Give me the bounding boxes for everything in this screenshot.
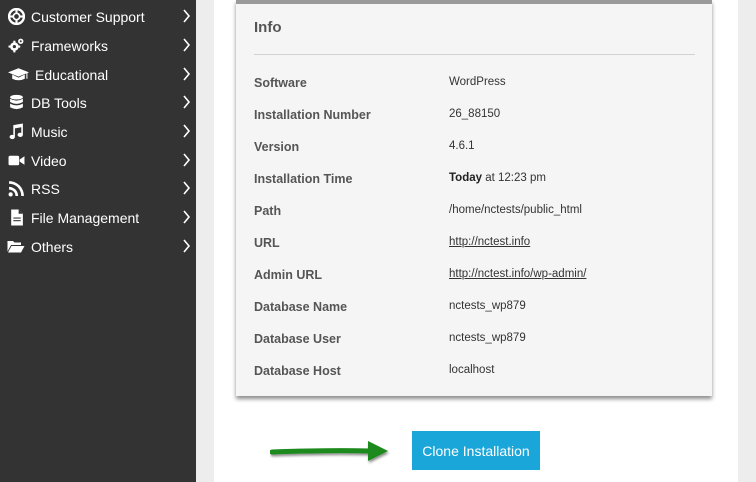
database-icon: [7, 94, 25, 112]
chevron-right-icon: [182, 67, 191, 81]
folder-open-icon: [7, 238, 25, 256]
url-link[interactable]: http://nctest.info: [449, 236, 530, 248]
green-arrow-icon: [270, 441, 388, 461]
sidebar-item-label: Frameworks: [31, 37, 109, 54]
sidebar-item-frameworks[interactable]: Frameworks: [0, 31, 196, 60]
info-label: Installation Number: [254, 108, 371, 122]
info-label: Database Host: [254, 364, 341, 378]
sidebar-item-rss[interactable]: RSS: [0, 174, 196, 203]
sidebar-item-educational[interactable]: Educational: [0, 60, 196, 89]
info-value: /home/nctests/public_html: [449, 204, 582, 216]
info-value: nctests_wp879: [449, 300, 526, 312]
sidebar-item-others[interactable]: Others: [0, 232, 196, 261]
info-label: Installation Time: [254, 172, 353, 186]
info-value: WordPress: [449, 76, 506, 88]
info-value: 4.6.1: [449, 140, 475, 152]
sidebar-item-db-tools[interactable]: DB Tools: [0, 88, 196, 117]
info-value: http://nctest.info/wp-admin/: [449, 268, 586, 280]
chevron-right-icon: [182, 153, 191, 167]
info-label: Admin URL: [254, 268, 323, 282]
info-label: Database User: [254, 332, 341, 346]
info-value: Today at 12:23 pm: [449, 172, 546, 184]
file-icon: [7, 209, 25, 227]
sidebar: Customer Support Frameworks Educational …: [0, 0, 196, 482]
divider: [254, 54, 695, 55]
info-label: Version: [254, 140, 300, 154]
sidebar-item-label: Educational: [35, 66, 109, 83]
sidebar-item-customer-support[interactable]: Customer Support: [0, 2, 196, 31]
sidebar-item-label: Customer Support: [31, 8, 145, 25]
music-note-icon: [7, 123, 25, 141]
chevron-right-icon: [182, 38, 191, 52]
admin-url-link[interactable]: http://nctest.info/wp-admin/: [449, 268, 586, 280]
info-label: Software: [254, 76, 307, 90]
info-row-database-name: Database Name nctests_wp879: [236, 298, 712, 318]
info-row-software: Software WordPress: [236, 74, 712, 94]
info-row-database-user: Database User nctests_wp879: [236, 330, 712, 350]
chevron-right-icon: [182, 239, 191, 253]
info-row-admin-url: Admin URL http://nctest.info/wp-admin/: [236, 266, 712, 286]
sidebar-item-label: Video: [31, 152, 67, 169]
main-area: Info Software WordPress Installation Num…: [196, 0, 756, 482]
info-value: 26_88150: [449, 108, 501, 120]
info-label: URL: [254, 236, 280, 250]
info-value: nctests_wp879: [449, 332, 526, 344]
clone-installation-button[interactable]: Clone Installation: [412, 431, 540, 470]
graduation-cap-icon: [7, 66, 29, 84]
info-row-installation-number: Installation Number 26_88150: [236, 106, 712, 126]
info-card: Info Software WordPress Installation Num…: [236, 0, 712, 396]
content-panel: Info Software WordPress Installation Num…: [214, 0, 738, 482]
sidebar-item-label: RSS: [31, 180, 60, 197]
sidebar-item-label: DB Tools: [31, 94, 87, 111]
sidebar-item-video[interactable]: Video: [0, 146, 196, 175]
chevron-right-icon: [182, 9, 191, 23]
info-row-path: Path /home/nctests/public_html: [236, 202, 712, 222]
info-row-database-host: Database Host localhost: [236, 362, 712, 382]
info-value-bold: Today: [449, 172, 483, 184]
sidebar-item-label: File Management: [31, 209, 140, 226]
info-value: localhost: [449, 364, 495, 376]
info-row-installation-time: Installation Time Today at 12:23 pm: [236, 170, 712, 190]
sidebar-item-music[interactable]: Music: [0, 117, 196, 146]
info-row-version: Version 4.6.1: [236, 138, 712, 158]
chevron-right-icon: [182, 95, 191, 109]
sidebar-item-file-management[interactable]: File Management: [0, 203, 196, 232]
info-label: Database Name: [254, 300, 348, 314]
gears-icon: [7, 37, 25, 55]
info-label: Path: [254, 204, 282, 218]
info-row-url: URL http://nctest.info: [236, 234, 712, 254]
info-value-rest: at 12:23 pm: [482, 172, 546, 184]
chevron-right-icon: [182, 124, 191, 138]
info-value: http://nctest.info: [449, 236, 530, 248]
sidebar-item-label: Others: [31, 238, 74, 255]
sidebar-item-label: Music: [31, 123, 68, 140]
chevron-right-icon: [182, 181, 191, 195]
info-title: Info: [254, 19, 282, 36]
video-camera-icon: [7, 152, 25, 170]
rss-icon: [7, 180, 25, 198]
chevron-right-icon: [182, 210, 191, 224]
life-ring-icon: [7, 8, 25, 26]
